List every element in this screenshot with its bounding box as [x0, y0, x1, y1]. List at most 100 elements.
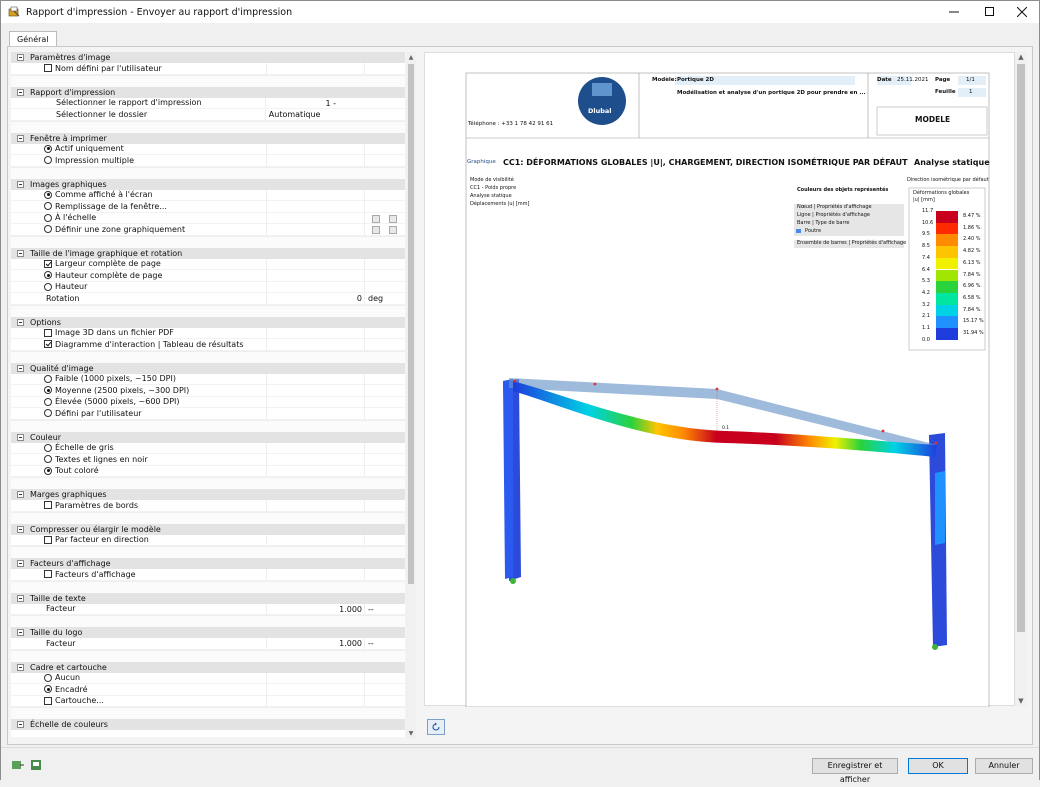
row-frame-titleblock[interactable]: Cartouche...: [11, 695, 405, 707]
row-full-height[interactable]: Hauteur complète de page: [11, 270, 405, 282]
collapse-icon[interactable]: [17, 318, 24, 326]
row-quality-low[interactable]: Faible (1000 pixels, ~150 DPI): [11, 373, 405, 385]
radio-button[interactable]: [44, 282, 52, 291]
radio-button[interactable]: [44, 225, 52, 234]
collapse-icon[interactable]: [17, 721, 24, 728]
minimize-button[interactable]: [937, 1, 971, 23]
preview-scroll-up-icon[interactable]: ▲: [1015, 52, 1027, 62]
row-black-text[interactable]: Textes et lignes en noir: [11, 454, 405, 466]
collapse-icon[interactable]: [17, 249, 24, 257]
checkbox[interactable]: [44, 64, 52, 73]
section-logo-size[interactable]: Taille du logo: [11, 627, 405, 638]
row-fill-window[interactable]: Remplissage de la fenêtre...: [11, 201, 405, 213]
radio-button[interactable]: [44, 202, 52, 211]
ok-button[interactable]: OK: [908, 758, 968, 774]
radio-button[interactable]: [44, 409, 52, 418]
radio-button[interactable]: [44, 213, 52, 222]
report-select-value[interactable]: 1 -: [266, 98, 405, 109]
scroll-down-icon[interactable]: ▼: [406, 728, 416, 738]
scroll-up-icon[interactable]: ▲: [406, 52, 416, 62]
section-frame-titleblock[interactable]: Cadre et cartouche: [11, 661, 405, 673]
section-compress-model[interactable]: Compresser ou élargir le modèle: [11, 523, 405, 535]
row-text-factor[interactable]: Facteur 1.000 --: [11, 603, 405, 615]
scrollbar-thumb[interactable]: [408, 64, 414, 584]
section-window-to-print[interactable]: Fenêtre à imprimer: [11, 132, 405, 144]
collapse-icon[interactable]: [17, 180, 24, 188]
row-to-scale[interactable]: À l'échelle: [11, 212, 405, 224]
cancel-button[interactable]: Annuler: [975, 758, 1033, 774]
preview-scrollbar[interactable]: ▲ ▼: [1015, 52, 1027, 706]
collapse-icon[interactable]: [17, 134, 24, 142]
checkbox[interactable]: [44, 535, 52, 544]
radio-button[interactable]: [44, 455, 52, 464]
row-as-displayed[interactable]: Comme affiché à l'écran: [11, 189, 405, 201]
collapse-icon[interactable]: [17, 88, 24, 96]
row-display-factors[interactable]: Facteurs d'affichage: [11, 569, 405, 581]
close-button[interactable]: [1005, 1, 1039, 23]
checkbox[interactable]: [44, 259, 52, 268]
row-grayscale[interactable]: Échelle de gris: [11, 442, 405, 454]
help-icon[interactable]: [11, 758, 25, 772]
section-options[interactable]: Options: [11, 316, 405, 328]
radio-button[interactable]: [44, 685, 52, 694]
collapse-icon[interactable]: [17, 433, 24, 441]
radio-button[interactable]: [44, 271, 52, 280]
row-quality-high[interactable]: Élevée (5000 pixels, ~600 DPI): [11, 396, 405, 408]
collapse-icon[interactable]: [17, 560, 24, 567]
row-select-folder[interactable]: Sélectionner le dossier Automatique: [11, 109, 405, 121]
logo-factor-value[interactable]: 1.000: [267, 638, 365, 649]
row-3d-pdf[interactable]: Image 3D dans un fichier PDF: [11, 327, 405, 339]
area-pick-icon[interactable]: [389, 226, 397, 234]
row-frame-none[interactable]: Aucun: [11, 672, 405, 684]
section-image-size-rotation[interactable]: Taille de l'image graphique et rotation: [11, 247, 405, 259]
rotation-value[interactable]: 0: [267, 293, 365, 304]
text-factor-value[interactable]: 1.000: [267, 603, 365, 614]
collapse-icon[interactable]: [17, 364, 24, 372]
row-quality-medium[interactable]: Moyenne (2500 pixels, ~300 DPI): [11, 385, 405, 397]
checkbox[interactable]: [44, 570, 52, 579]
save-and-display-button[interactable]: Enregistrer et afficher: [812, 758, 898, 784]
row-all-colored[interactable]: Tout coloré: [11, 465, 405, 477]
row-select-report[interactable]: Sélectionner le rapport d'impression 1 -: [11, 97, 405, 109]
row-factor-direction[interactable]: Par facteur en direction: [11, 534, 405, 546]
collapse-icon[interactable]: [17, 491, 24, 498]
row-define-area[interactable]: Définir une zone graphiquement: [11, 224, 405, 236]
maximize-button[interactable]: [973, 1, 1007, 23]
radio-button[interactable]: [44, 190, 52, 199]
section-color[interactable]: Couleur: [11, 431, 405, 443]
radio-button[interactable]: [44, 156, 52, 165]
preview-scroll-down-icon[interactable]: ▼: [1015, 696, 1027, 706]
row-active-only[interactable]: Actif uniquement: [11, 143, 405, 155]
radio-button[interactable]: [44, 144, 52, 153]
checkbox[interactable]: [44, 328, 52, 337]
row-rotation[interactable]: Rotation 0 deg: [11, 293, 405, 305]
collapse-icon[interactable]: [17, 54, 24, 61]
settings-scrollbar[interactable]: ▲ ▼: [406, 52, 416, 738]
area-edit-icon[interactable]: [372, 226, 380, 234]
collapse-icon[interactable]: [17, 594, 24, 602]
radio-button[interactable]: [44, 466, 52, 475]
collapse-icon[interactable]: [17, 629, 24, 636]
collapse-icon[interactable]: [17, 663, 24, 671]
row-border-params[interactable]: Paramètres de bords: [11, 500, 405, 512]
row-frame-framed[interactable]: Encadré: [11, 684, 405, 696]
row-full-width[interactable]: Largeur complète de page: [11, 258, 405, 270]
scale-pick-icon[interactable]: [389, 214, 397, 223]
row-logo-factor[interactable]: Facteur 1.000 --: [11, 638, 405, 650]
radio-button[interactable]: [44, 673, 52, 682]
tab-general[interactable]: Général: [9, 31, 57, 47]
row-user-name[interactable]: Nom défini par l'utilisateur: [11, 63, 405, 75]
section-print-report[interactable]: Rapport d'impression: [11, 86, 405, 98]
settings-icon[interactable]: [30, 758, 44, 772]
checkbox[interactable]: [44, 696, 52, 705]
row-multiple-print[interactable]: Impression multiple: [11, 155, 405, 167]
section-image-params[interactable]: Paramètres d'image: [11, 52, 405, 63]
section-text-size[interactable]: Taille de texte: [11, 592, 405, 604]
section-image-quality[interactable]: Qualité d'image: [11, 362, 405, 374]
radio-button[interactable]: [44, 397, 52, 406]
section-color-scale[interactable]: Échelle de couleurs: [11, 719, 405, 730]
refresh-preview-button[interactable]: [427, 719, 445, 735]
checkbox[interactable]: [44, 340, 52, 349]
checkbox[interactable]: [44, 501, 52, 510]
section-display-factors[interactable]: Facteurs d'affichage: [11, 558, 405, 569]
